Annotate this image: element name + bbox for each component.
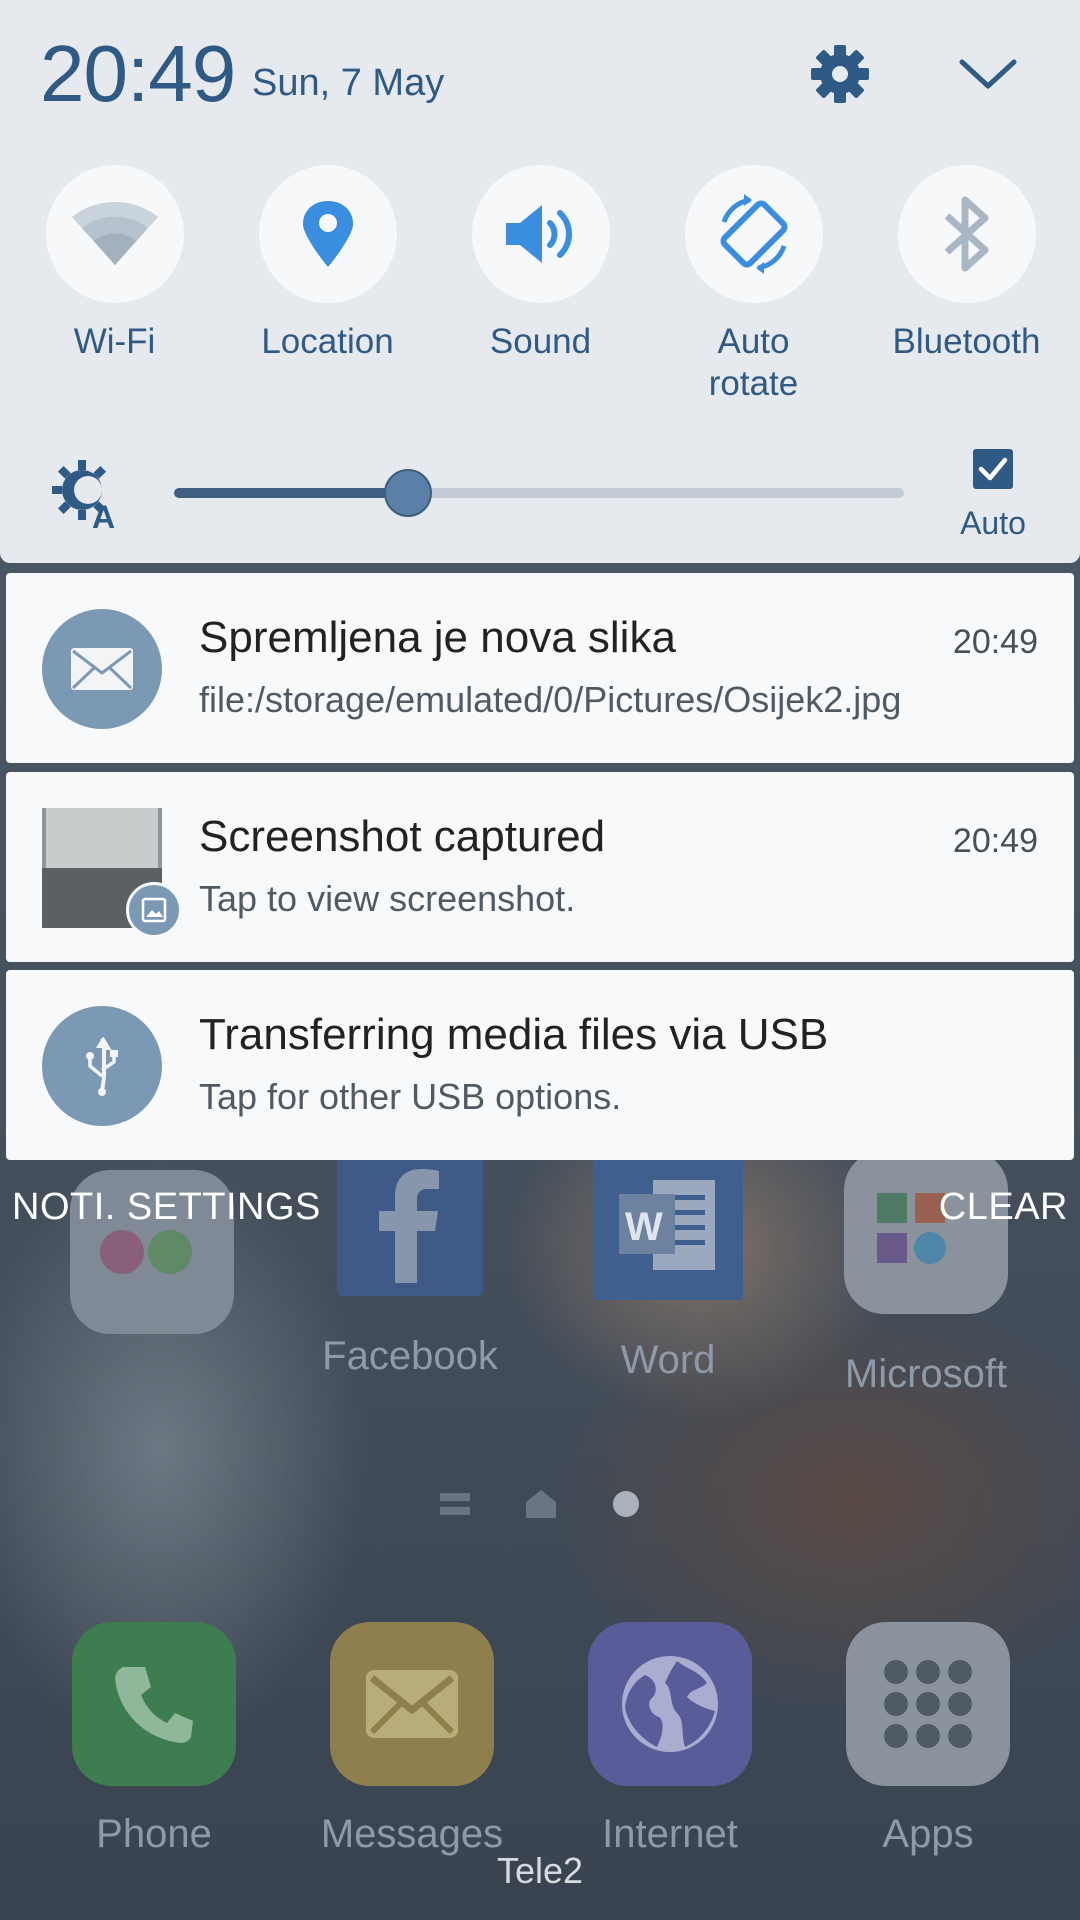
toggle-label: Wi-Fi	[73, 322, 156, 361]
notification-body: file:/storage/emulated/0/Pictures/Osijek…	[199, 679, 902, 720]
dock-phone[interactable]: Phone	[54, 1622, 254, 1857]
home-page-icon	[526, 1490, 556, 1518]
brightness-slider-fill	[174, 488, 408, 498]
notification-actions-bar: NOTI. SETTINGS CLEAR	[0, 1186, 1080, 1236]
notification-body: Tap for other USB options.	[199, 1076, 622, 1117]
quick-settings-panel: 20:49 Sun, 7 May Wi-Fi Location Sound Au…	[0, 0, 1080, 563]
toggle-label: Bluetooth	[892, 322, 1041, 361]
notification-time: 20:49	[952, 623, 1038, 661]
menu-page-icon	[440, 1493, 470, 1515]
notification-settings-button[interactable]: NOTI. SETTINGS	[12, 1186, 321, 1229]
bluetooth-icon	[944, 196, 988, 272]
app-label: Facebook	[322, 1334, 498, 1378]
toggle-label-line1: Auto	[717, 322, 790, 361]
current-page-dot-icon	[613, 1491, 639, 1517]
chevron-down-icon	[959, 59, 1017, 89]
dock-internet[interactable]: Internet	[570, 1622, 770, 1857]
collapse-panel-button[interactable]	[950, 36, 1026, 112]
auto-label: Auto	[960, 505, 1026, 541]
notification-saved-image[interactable]: Spremljena je nova slika 20:49 file:/sto…	[6, 573, 1074, 763]
carrier-label: Tele2	[496, 1850, 584, 1891]
toggle-sound[interactable]: Sound	[434, 165, 647, 363]
toggle-label: Location	[261, 322, 394, 361]
auto-rotate-icon	[720, 194, 787, 274]
brightness-auto-icon: A	[52, 460, 126, 535]
brightness-control: A Auto	[0, 440, 1080, 550]
checkbox-checked-icon	[973, 449, 1013, 489]
date: Sun, 7 May	[252, 62, 445, 104]
messages-icon	[330, 1622, 494, 1786]
brightness-slider[interactable]	[174, 469, 904, 517]
sound-icon	[505, 205, 572, 263]
toggle-label: Sound	[489, 322, 592, 361]
app-label: Word	[620, 1338, 716, 1382]
notification-title: Transferring media files via USB	[199, 1010, 829, 1059]
clear-notifications-button[interactable]: CLEAR	[939, 1186, 1068, 1229]
toggle-location[interactable]: Location	[221, 165, 434, 363]
location-pin-icon	[302, 201, 353, 267]
notification-title: Screenshot captured	[199, 812, 606, 861]
toggle-auto-rotate[interactable]: Auto rotate	[647, 165, 860, 405]
notification-usb[interactable]: Transferring media files via USB Tap for…	[6, 970, 1074, 1160]
usb-icon	[42, 1006, 162, 1126]
toggle-bluetooth[interactable]: Bluetooth	[860, 165, 1073, 363]
app-word[interactable]: W Word	[568, 1150, 768, 1383]
app-label: Microsoft	[844, 1352, 1008, 1396]
brightness-slider-thumb[interactable]	[383, 469, 432, 517]
quick-toggles: Wi-Fi Location Sound Auto rotate Bluetoo…	[0, 165, 1080, 415]
gear-icon	[811, 45, 869, 103]
internet-globe-icon	[588, 1622, 752, 1786]
clock: 20:49	[40, 29, 236, 118]
notification-time: 20:49	[952, 822, 1038, 860]
apps-grid-icon	[846, 1622, 1010, 1786]
toggle-label: Auto rotate	[647, 321, 860, 405]
notification-screenshot[interactable]: Screenshot captured 20:49 Tap to view sc…	[6, 772, 1074, 962]
brightness-auto-checkbox[interactable]: Auto	[940, 448, 1046, 542]
dock-apps[interactable]: Apps	[828, 1622, 1028, 1857]
settings-button[interactable]	[802, 36, 878, 112]
svg-text:A: A	[92, 499, 115, 530]
app-facebook[interactable]: Facebook	[310, 1150, 510, 1379]
dock-messages[interactable]: Messages	[312, 1622, 512, 1857]
toggle-label-line2: rotate	[708, 364, 799, 403]
page-indicator	[0, 1490, 1080, 1518]
notification-body: Tap to view screenshot.	[199, 878, 576, 919]
notification-title: Spremljena je nova slika	[199, 613, 676, 662]
toggle-wifi[interactable]: Wi-Fi	[8, 165, 221, 363]
phone-icon	[72, 1622, 236, 1786]
wifi-icon	[71, 202, 158, 265]
email-icon	[42, 609, 162, 729]
image-badge-icon	[126, 882, 182, 938]
